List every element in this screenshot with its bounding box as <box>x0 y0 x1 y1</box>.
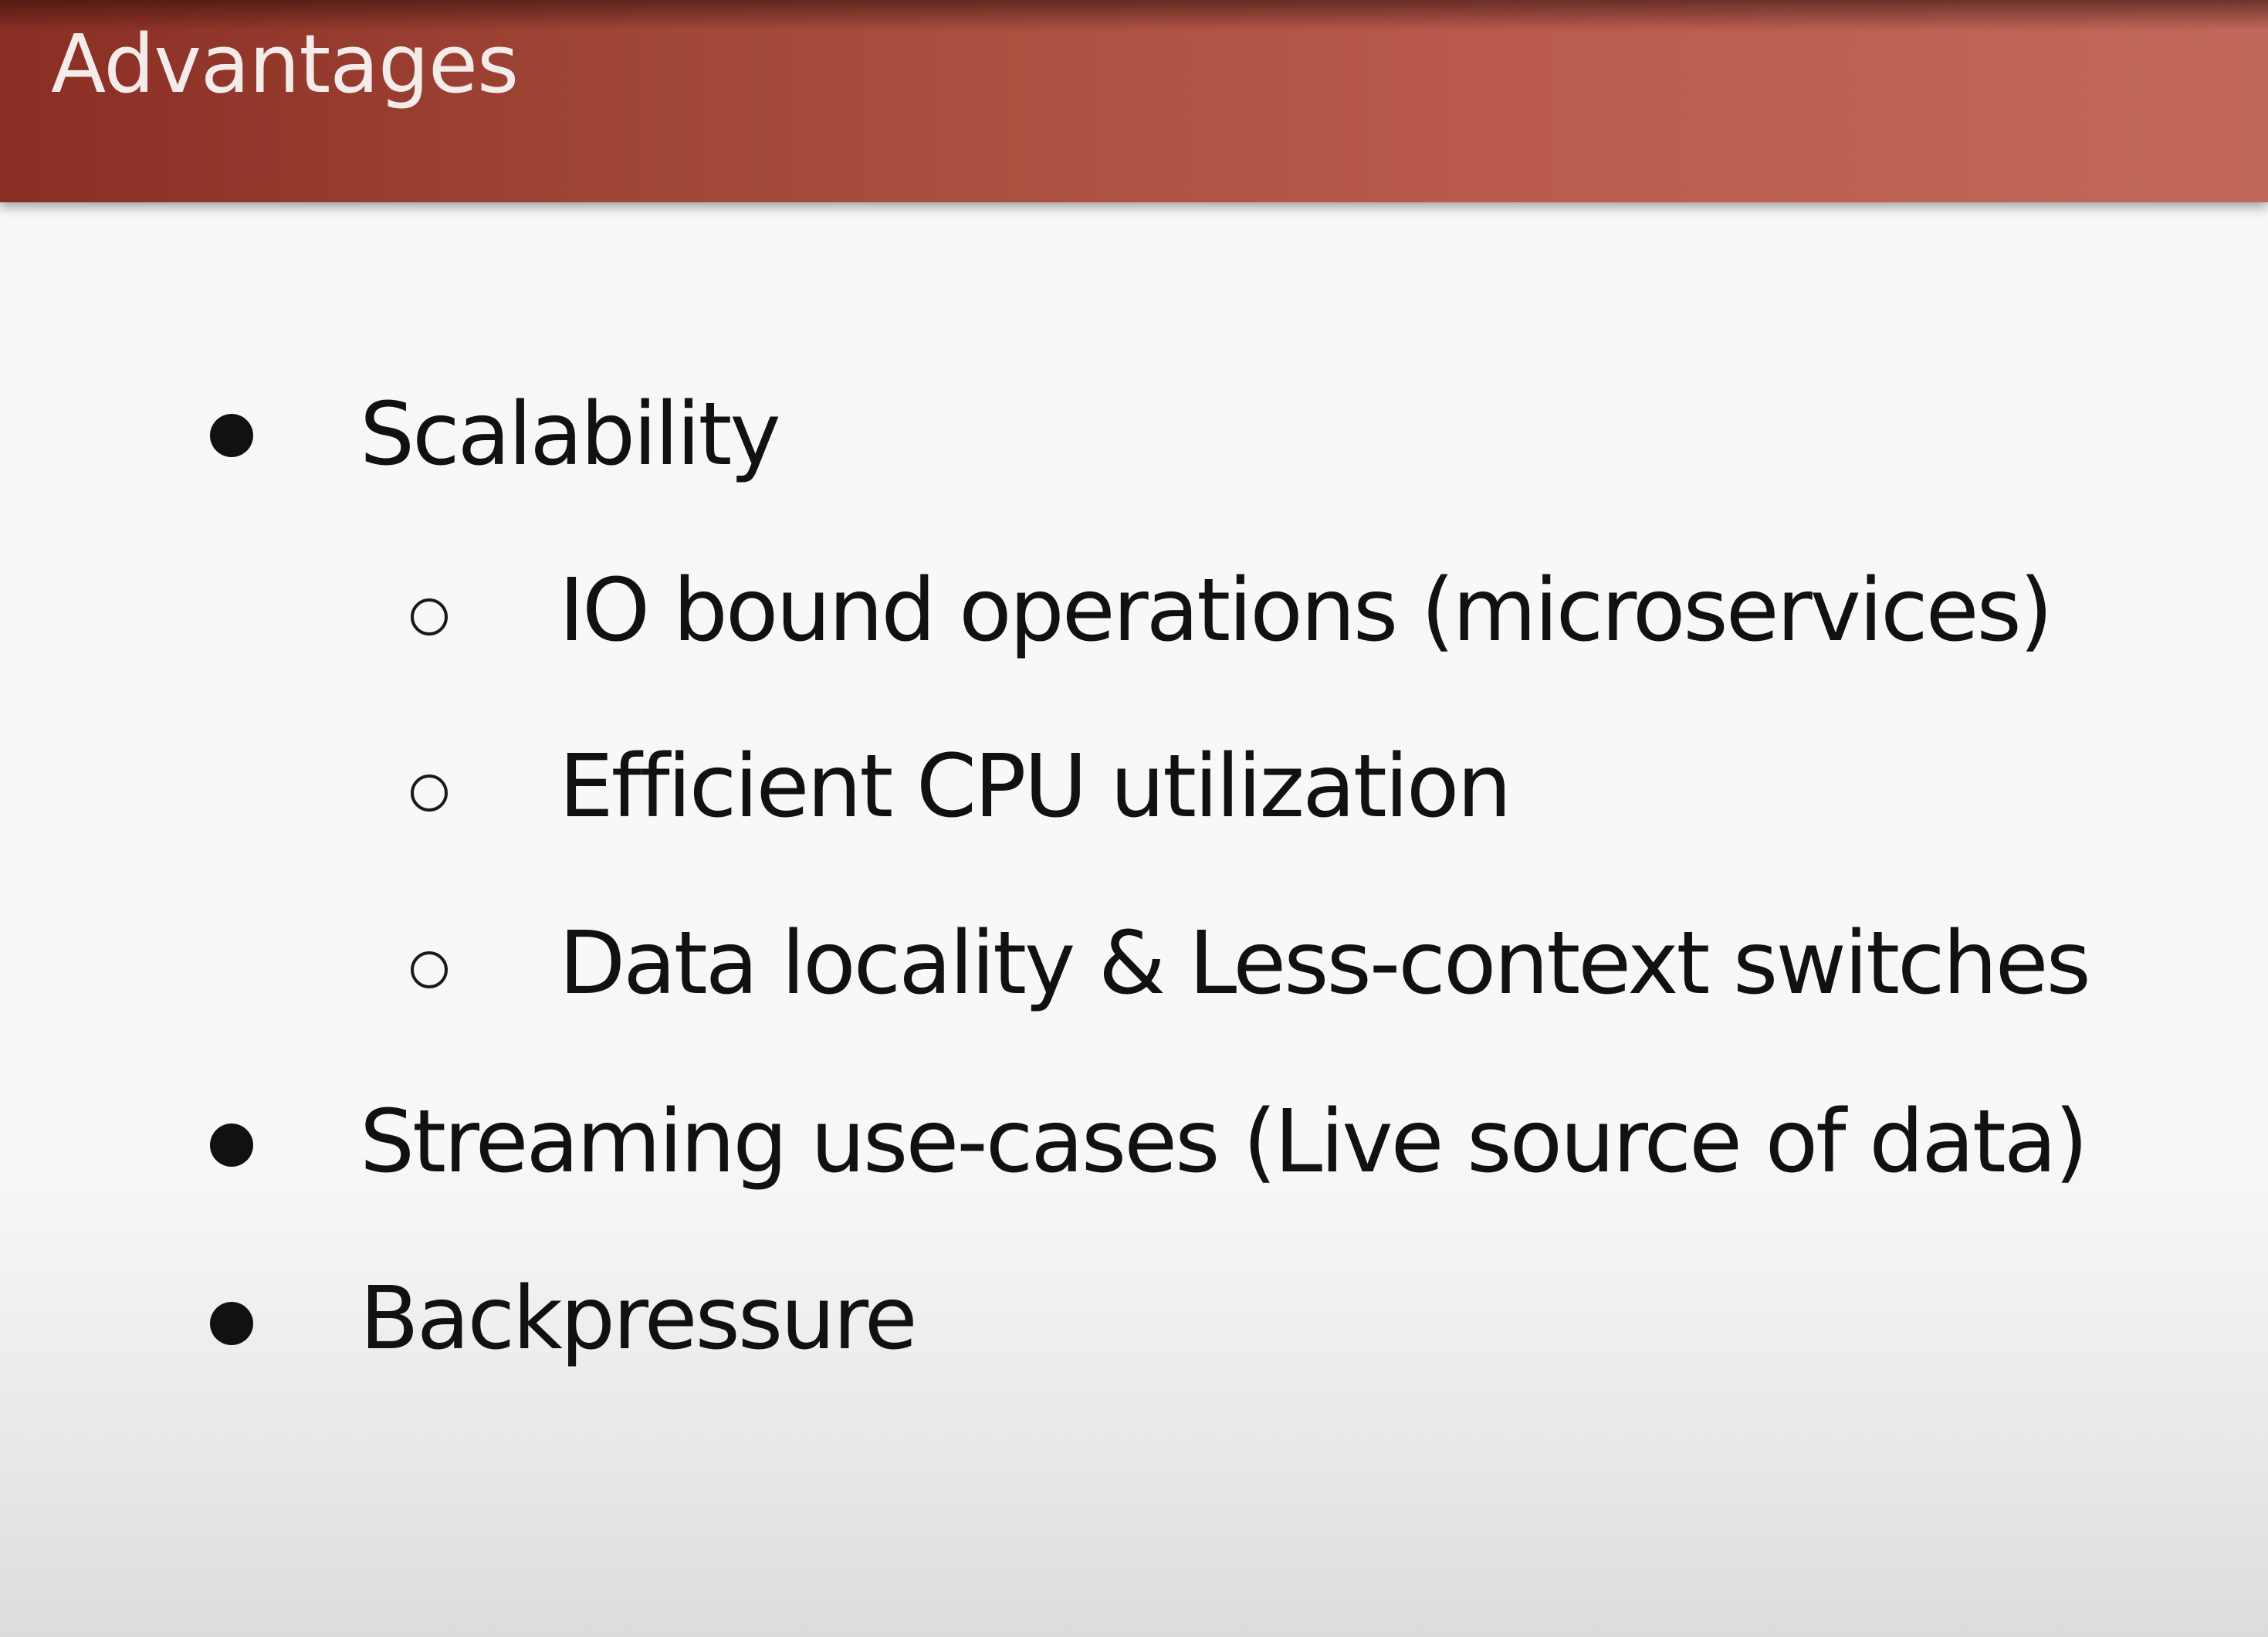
hollow-bullet-icon <box>411 774 448 812</box>
filled-bullet-icon <box>210 1124 253 1167</box>
filled-bullet-icon <box>210 1302 253 1345</box>
bullet-text: Backpressure <box>360 1269 918 1369</box>
hollow-bullet-icon <box>411 951 448 988</box>
bullet-text: Scalability <box>360 385 781 485</box>
sub-bullet-text: IO bound operations (microservices) <box>559 561 2053 661</box>
bullet-text: Streaming use-cases (Live source of data… <box>360 1092 2088 1192</box>
sub-bullet-text: Efficient CPU utilization <box>559 737 1511 837</box>
hollow-bullet-icon <box>411 598 448 635</box>
slide-title: Advantages <box>51 17 519 111</box>
filled-bullet-icon <box>210 414 253 457</box>
slide-header-bar: Advantages <box>0 0 2268 202</box>
sub-bullet-text: Data locality & Less-context switches <box>559 913 2091 1014</box>
